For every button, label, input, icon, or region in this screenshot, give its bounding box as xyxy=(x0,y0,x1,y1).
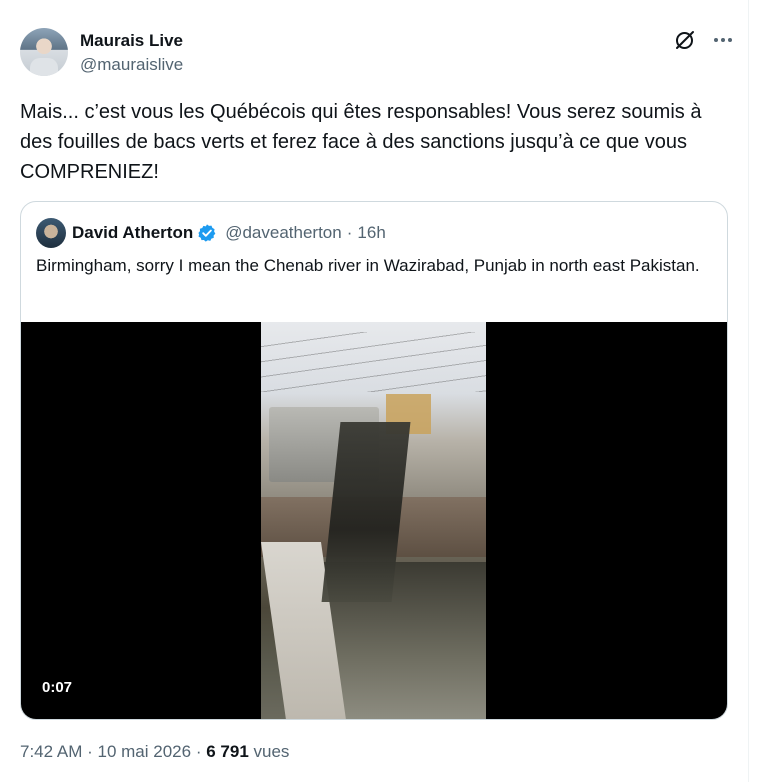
tweet-meta: 7:42 AM · 10 mai 2026 · 6 791 vues xyxy=(20,740,289,764)
author-names: Maurais Live @mauraislive xyxy=(80,30,183,76)
quote-author-avatar[interactable] xyxy=(36,218,66,248)
video-player[interactable]: 0:07 xyxy=(21,322,727,719)
quote-separator: · xyxy=(346,223,353,242)
views-count[interactable]: 6 791 xyxy=(206,742,249,761)
tweet-time[interactable]: 7:42 AM xyxy=(20,742,82,761)
quote-timestamp[interactable]: 16h xyxy=(357,223,385,243)
views-label: vues xyxy=(253,742,290,761)
more-icon[interactable] xyxy=(711,28,735,52)
video-frame xyxy=(261,322,486,719)
quote-author-handle[interactable]: @daveatherton xyxy=(225,223,342,243)
timeline-border xyxy=(748,0,749,782)
author-display-name[interactable]: Maurais Live xyxy=(80,30,183,52)
tweet-text: Mais... c’est vous les Québécois qui ête… xyxy=(20,101,708,183)
verified-badge-icon xyxy=(198,224,216,242)
quote-header: David Atherton @daveatherton · 16h xyxy=(36,218,386,248)
header-actions xyxy=(673,28,735,52)
tweet-date[interactable]: 10 mai 2026 xyxy=(98,742,192,761)
quote-text: Birmingham, sorry I mean the Chenab rive… xyxy=(36,256,700,275)
meta-separator-2: · xyxy=(195,742,202,761)
quoted-tweet[interactable]: David Atherton @daveatherton · 16h Birmi… xyxy=(20,201,728,720)
meta-separator: · xyxy=(87,742,93,761)
tweet-header: Maurais Live @mauraislive xyxy=(20,28,735,78)
author-avatar[interactable] xyxy=(20,28,68,76)
author-handle[interactable]: @mauraislive xyxy=(80,54,183,76)
video-duration: 0:07 xyxy=(38,677,77,699)
grok-icon[interactable] xyxy=(673,28,697,52)
quote-author-display-name[interactable]: David Atherton xyxy=(72,223,193,243)
